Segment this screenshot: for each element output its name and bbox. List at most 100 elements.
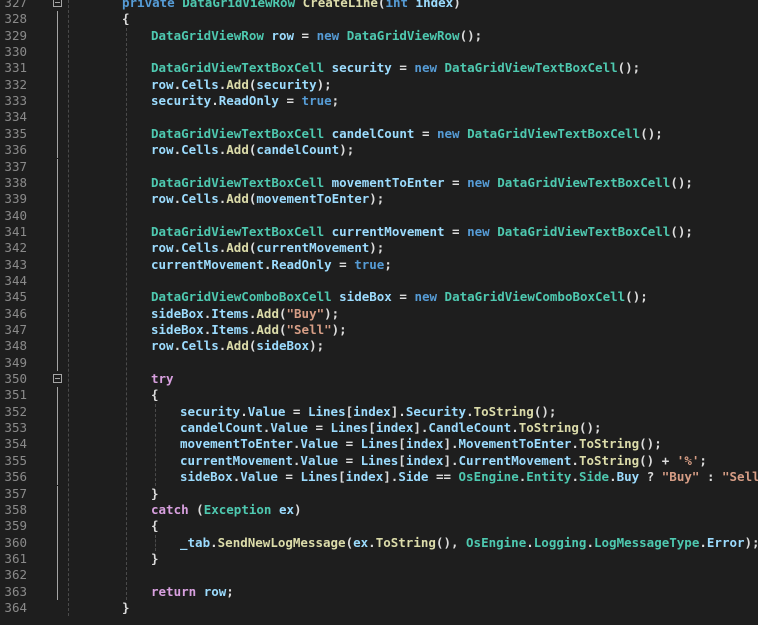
code-token: row xyxy=(151,191,174,207)
code-line[interactable]: 357} xyxy=(0,485,758,502)
line-number: 335 xyxy=(4,125,27,141)
code-token: index xyxy=(405,452,444,468)
line-number: 351 xyxy=(4,387,27,403)
code-token: Value xyxy=(247,403,293,419)
code-token: ) xyxy=(294,501,302,517)
code-token: Add xyxy=(226,191,249,207)
code-token: movementToEnter xyxy=(256,191,370,207)
code-line[interactable]: 359 { xyxy=(0,518,758,535)
code-line[interactable]: 346 sideBox.Items.Add("Buy"); xyxy=(0,305,758,322)
code-line[interactable]: 352 security.Value = Lines[index].Securit… xyxy=(0,403,758,421)
code-token: { xyxy=(122,11,130,27)
code-line[interactable]: 356 sideBox.Value = Lines[index].Side == … xyxy=(0,469,758,486)
code-token: SendNewLogMessage xyxy=(217,534,346,550)
code-token: ); xyxy=(316,76,332,92)
code-token: sideBox xyxy=(151,322,204,337)
code-line[interactable]: 335 DataGridViewTextBoxCell candelCount =… xyxy=(0,125,758,143)
code-token: . xyxy=(699,534,707,550)
code-token: } xyxy=(151,550,159,566)
outline-bar xyxy=(57,109,58,126)
code-line[interactable]: 337 xyxy=(0,158,758,175)
code-token: security xyxy=(151,93,212,109)
line-number: 342 xyxy=(4,240,27,256)
line-number: 348 xyxy=(4,338,27,354)
code-editor[interactable]: 327 private DataGridViewRow CreateLine(in… xyxy=(0,0,758,625)
code-line[interactable]: 348 row.Cells.Add(sideBox); xyxy=(0,338,758,355)
code-line[interactable]: 345 DataGridViewComboBoxCell sideBox = ne… xyxy=(0,289,758,306)
code-text: movementToEnter. Value = Lines[index].Mov… xyxy=(180,436,662,452)
code-token: ToString xyxy=(518,420,579,436)
outline-bar xyxy=(57,11,58,28)
code-line[interactable]: 351 { xyxy=(0,387,758,404)
code-line[interactable]: 355 currentMovement. Value = Lines[index].… xyxy=(0,452,758,470)
code-line[interactable]: 350 try xyxy=(0,371,758,387)
code-token: ; xyxy=(384,256,392,272)
code-token: CurrentMovement xyxy=(458,452,572,468)
code-token: . xyxy=(571,469,579,485)
code-text: DataGridViewComboBoxCell sideBox = new D… xyxy=(151,289,648,305)
line-number: 355 xyxy=(4,452,27,468)
code-token: Add xyxy=(256,305,279,321)
code-token: { xyxy=(151,387,159,403)
code-line[interactable]: 342 row.Cells.Add(currentMovement); xyxy=(0,240,758,257)
code-token: == xyxy=(435,469,459,485)
code-token: sideBox xyxy=(256,338,310,354)
code-line[interactable]: 338 DataGridViewTextBoxCell movementToEnt… xyxy=(0,174,758,192)
code-line[interactable]: 330 xyxy=(0,44,758,61)
outline-bar xyxy=(57,550,58,568)
code-line[interactable]: 358 catch (Exception ex) xyxy=(0,501,758,519)
line-number: 353 xyxy=(4,420,27,436)
code-token: = xyxy=(345,436,361,452)
code-line[interactable]: 327 private DataGridViewRow CreateLine(in… xyxy=(0,0,758,11)
code-text: DataGridViewTextBoxCell movementToEnter … xyxy=(151,175,693,191)
code-line[interactable]: 361} xyxy=(0,550,758,568)
code-line[interactable]: 340 xyxy=(0,207,758,224)
code-token: = xyxy=(399,289,415,305)
code-line[interactable]: 328 { xyxy=(0,11,758,28)
line-number: 362 xyxy=(4,567,27,583)
code-line[interactable]: 353 candelCount. Value = Lines[index].Cand… xyxy=(0,420,758,437)
code-line[interactable]: 343 currentMovement.ReadOnly = true; xyxy=(0,256,758,273)
indent-guide xyxy=(155,403,156,486)
code-token: index xyxy=(345,469,384,485)
code-line[interactable]: 333 security.ReadOnly = true; xyxy=(0,93,758,110)
code-token: ToString xyxy=(375,534,436,550)
code-line[interactable]: 334 xyxy=(0,109,758,126)
code-line[interactable]: 339 row.Cells.Add(movementToEnter); xyxy=(0,191,758,208)
code-line[interactable]: 360 _tab.SendNewLogMessage(ex.ToString(),… xyxy=(0,534,758,551)
code-token: DataGridViewRow xyxy=(151,27,272,43)
outline-bar xyxy=(57,469,58,486)
code-line[interactable]: 331 DataGridViewTextBoxCell security = ne… xyxy=(0,60,758,77)
code-token: = xyxy=(452,174,468,190)
line-number: 357 xyxy=(4,485,27,501)
outline-bar xyxy=(57,436,58,453)
code-line[interactable]: 344 xyxy=(0,272,758,290)
code-token: ( xyxy=(278,322,287,337)
indent-guide xyxy=(126,27,127,600)
collapse-icon[interactable] xyxy=(53,374,62,384)
code-token: ]. xyxy=(390,403,406,419)
code-token: ; xyxy=(699,452,707,468)
line-number: 328 xyxy=(4,11,27,27)
outline-bar xyxy=(57,93,58,110)
code-line[interactable]: 336 row.Cells.Add(candelCount); xyxy=(0,142,758,159)
code-line[interactable]: 332 row.Cells.Add(security); xyxy=(0,76,758,94)
code-line[interactable]: 349 xyxy=(0,354,758,372)
outline-bar xyxy=(57,191,58,208)
code-token: [ xyxy=(368,420,376,436)
code-token: . xyxy=(173,338,182,354)
code-token: DataGridViewTextBoxCell xyxy=(151,60,332,76)
code-line[interactable]: 347 sideBox.Items.Add("Sell"); xyxy=(0,322,758,339)
line-number: 336 xyxy=(4,142,27,158)
code-line[interactable]: 329 DataGridViewRow row = new DataGridVie… xyxy=(0,27,758,45)
code-line[interactable]: 341 DataGridViewTextBoxCell currentMoveme… xyxy=(0,223,758,241)
code-token: ]. xyxy=(443,452,459,468)
code-token: ]. xyxy=(383,469,399,485)
code-line[interactable]: 364} xyxy=(0,600,758,616)
collapse-icon[interactable] xyxy=(53,0,62,7)
code-text: _tab.SendNewLogMessage(ex.ToString(), Os… xyxy=(180,535,758,551)
code-line[interactable]: 363 return row; xyxy=(0,583,758,600)
code-line[interactable]: 362 xyxy=(0,567,758,584)
code-line[interactable]: 354 movementToEnter. Value = Lines[index].… xyxy=(0,436,758,453)
code-text: row.Cells.Add(security); xyxy=(151,77,332,93)
